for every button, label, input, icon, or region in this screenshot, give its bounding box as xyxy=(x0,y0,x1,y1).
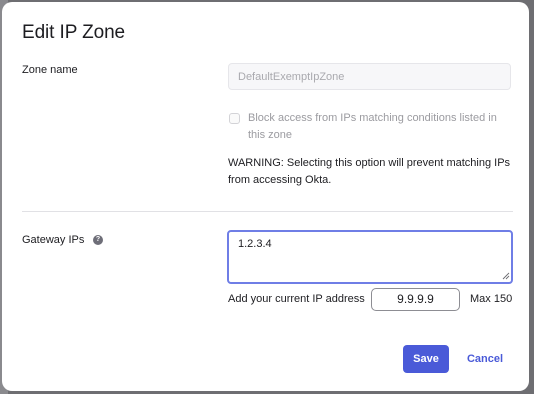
current-ip-value[interactable]: 9.9.9.9 xyxy=(371,288,460,311)
save-button[interactable]: Save xyxy=(403,345,449,373)
block-access-label: Block access from IPs matching condition… xyxy=(248,112,497,141)
zone-name-label: Zone name xyxy=(22,64,78,76)
edit-ip-zone-dialog: Edit IP Zone Zone name Block access from… xyxy=(2,2,529,391)
resize-grip-icon[interactable] xyxy=(502,272,510,280)
add-current-ip-label: Add your current IP address xyxy=(228,293,365,305)
max-ips-label: Max 150 xyxy=(470,293,513,305)
warning-message: WARNING: Selecting this option will prev… xyxy=(228,157,511,186)
zone-name-input[interactable] xyxy=(228,63,511,90)
block-access-checkbox[interactable] xyxy=(229,113,240,124)
dialog-title: Edit IP Zone xyxy=(22,22,126,43)
section-divider xyxy=(22,211,513,212)
gateway-ips-textarea[interactable]: 1.2.3.4 xyxy=(227,230,513,284)
gateway-ips-label: Gateway IPs xyxy=(22,234,85,246)
question-circle-icon[interactable]: ? xyxy=(93,235,103,245)
cancel-button[interactable]: Cancel xyxy=(462,345,508,373)
